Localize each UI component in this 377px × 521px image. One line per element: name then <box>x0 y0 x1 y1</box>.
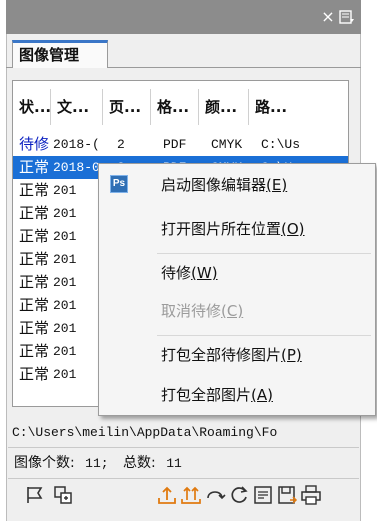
status-cell: 正常 <box>19 227 50 245</box>
count-summary: 图像个数: 11; 总数: 11 <box>14 452 354 474</box>
update-all-icon[interactable] <box>180 484 202 506</box>
file-cell: 201 <box>53 344 77 359</box>
status-cell: 正常 <box>19 204 50 222</box>
file-cell: 201 <box>53 367 77 382</box>
image-count-label: 图像个数: <box>14 455 75 471</box>
path-cell: C:\Us <box>261 137 301 152</box>
file-cell: 201 <box>53 206 77 221</box>
panel-titlebar: × <box>6 0 361 34</box>
column-header-format[interactable]: 格... <box>151 89 199 125</box>
print-icon[interactable] <box>300 484 322 506</box>
menu-item-label: 打包全部图片 <box>161 386 252 404</box>
menu-item-hotkey: (E) <box>266 176 288 194</box>
status-cell: 正常 <box>19 158 50 176</box>
status-cell: 正常 <box>19 296 50 314</box>
refresh-icon[interactable] <box>228 484 250 506</box>
menu-item-package-pending[interactable]: 打包全部待修图片(P) <box>99 336 375 374</box>
divider <box>8 478 359 479</box>
tab-image-manager[interactable]: 图像管理 <box>12 40 108 68</box>
panel-menu-icon[interactable] <box>339 9 355 25</box>
total-label: 总数: <box>123 455 156 471</box>
menu-item-open-location[interactable]: 打开图片所在位置(O) <box>99 210 375 248</box>
replace-image-icon[interactable] <box>52 484 74 506</box>
divider <box>8 447 359 448</box>
color-cell: CMYK <box>211 137 243 152</box>
column-header-pages[interactable]: 页... <box>103 89 151 125</box>
menu-item-hotkey: (A) <box>251 386 273 404</box>
status-cell: 正常 <box>19 319 50 337</box>
image-info-icon[interactable] <box>252 484 274 506</box>
table-row[interactable]: 待修 2018-( 2 PDF CMYK C:\Us <box>13 133 348 156</box>
menu-item-label: 打包全部待修图片 <box>161 346 282 364</box>
flag-icon[interactable] <box>24 484 46 506</box>
status-cell: 正常 <box>19 273 50 291</box>
photoshop-icon: Ps <box>110 175 128 193</box>
context-menu: 启动图像编辑器(E) 打开图片所在位置(O) 待修(W) 取消待修(C) 打包全… <box>98 163 376 416</box>
menu-item-label: 打开图片所在位置 <box>161 220 282 238</box>
menu-item-package-all[interactable]: 打包全部图片(A) <box>99 376 375 414</box>
file-cell: 201 <box>53 252 77 267</box>
column-header-status[interactable]: 状... <box>13 89 51 125</box>
close-button[interactable]: × <box>318 0 338 34</box>
relink-icon[interactable] <box>204 484 226 506</box>
status-cell: 正常 <box>19 250 50 268</box>
menu-item-hotkey: (O) <box>281 220 305 238</box>
column-header-path[interactable]: 路... <box>249 89 348 125</box>
menu-item-launch-editor[interactable]: 启动图像编辑器(E) <box>99 166 375 204</box>
menu-item-label: 启动图像编辑器 <box>161 176 267 194</box>
file-cell: 201 <box>53 229 77 244</box>
column-header-file[interactable]: 文... <box>51 89 103 125</box>
total-value: 11 <box>166 456 182 471</box>
status-cell: 正常 <box>19 342 50 360</box>
status-cell: 待修 <box>19 135 50 153</box>
file-cell: 201 <box>53 321 77 336</box>
status-cell: 正常 <box>19 181 50 199</box>
package-icon[interactable] <box>276 484 298 506</box>
file-cell: 2018-0 <box>53 160 100 175</box>
format-cell: PDF <box>163 137 187 152</box>
menu-item-cancel-pending: 取消待修(C) <box>99 292 375 330</box>
file-cell: 2018-( <box>53 137 100 152</box>
column-header-color[interactable]: 颜... <box>199 89 249 125</box>
file-cell: 201 <box>53 183 77 198</box>
pages-cell: 2 <box>117 137 125 152</box>
menu-item-label: 取消待修 <box>161 302 222 320</box>
image-count-value: 11; <box>85 456 109 471</box>
file-cell: 201 <box>53 275 77 290</box>
menu-item-hotkey: (P) <box>281 346 302 364</box>
menu-item-label: 待修 <box>161 264 192 282</box>
update-icon[interactable] <box>156 484 178 506</box>
file-cell: 201 <box>53 298 77 313</box>
status-cell: 正常 <box>19 365 50 383</box>
menu-item-hotkey: (C) <box>221 302 244 320</box>
menu-item-mark-pending[interactable]: 待修(W) <box>99 254 375 292</box>
menu-item-hotkey: (W) <box>191 264 218 282</box>
selected-path: C:\Users\meilin\AppData\Roaming\Fo <box>12 425 278 440</box>
